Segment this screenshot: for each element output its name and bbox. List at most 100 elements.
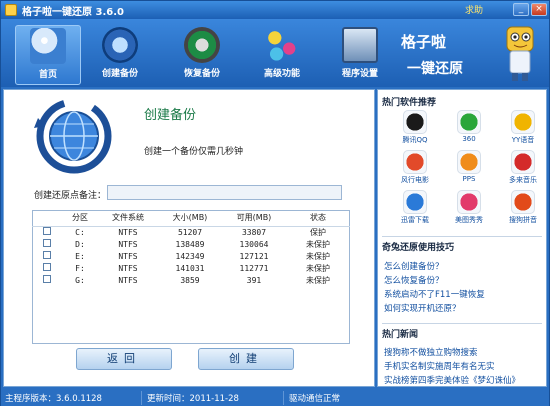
software-label: 360 <box>462 135 476 143</box>
brand-slogan: 一键还原 <box>407 61 463 77</box>
create-backup-icon <box>102 27 138 63</box>
cell-status: 未保护 <box>306 263 330 273</box>
nav-advanced[interactable]: 高级功能 <box>249 25 315 85</box>
cell-status: 未保护 <box>306 251 330 261</box>
tip-link[interactable]: 系统启动不了F11一键恢复 <box>384 288 485 300</box>
software-item[interactable]: 搜狗拼音 <box>498 190 548 224</box>
create-button[interactable]: 创建 <box>198 348 294 370</box>
nav-settings[interactable]: 程序设置 <box>327 25 393 85</box>
cell-size: 3859 <box>180 275 200 285</box>
software-item[interactable]: 迅雷下载 <box>390 190 440 224</box>
checkbox-cell <box>32 274 62 286</box>
nav-create-backup-label: 创建备份 <box>101 69 138 79</box>
software-item[interactable]: 美图秀秀 <box>444 190 494 224</box>
software-label: 风行电影 <box>401 176 429 184</box>
row-checkbox[interactable] <box>43 227 51 236</box>
software-item[interactable]: YY语音 <box>498 110 548 144</box>
nav-restore-backup[interactable]: 恢复备份 <box>169 25 235 85</box>
software-label: 搜狗拼音 <box>509 216 537 224</box>
cell-size: 142349 <box>175 251 205 261</box>
title-bar: 格子啦一键还原 3.6.0 求助 _ × <box>1 1 549 19</box>
table-row[interactable]: F: NTFS 141031 112771 未保护 <box>32 262 350 274</box>
close-button[interactable]: × <box>531 3 547 16</box>
tip-link[interactable]: 怎么恢复备份？ <box>384 274 444 286</box>
news-title: 热门新闻 <box>382 330 419 340</box>
main-toolbar: 首页 创建备份 恢复备份 高级功能 程序设置 格子啦 一键还原 <box>1 19 549 87</box>
version-text: 主程序版本：3.6.0.1128 <box>5 394 102 404</box>
checkbox-cell <box>32 226 62 238</box>
cell-filesystem: NTFS <box>118 251 138 261</box>
tip-link[interactable]: 怎么创建备份？ <box>384 260 444 272</box>
header-partition: 分区 <box>62 210 98 227</box>
backup-globe-icon <box>34 98 112 174</box>
cell-partition: E: <box>75 251 85 261</box>
nav-create-backup[interactable]: 创建备份 <box>87 25 153 85</box>
checkbox-cell <box>32 250 62 262</box>
software-icon <box>457 190 481 214</box>
checkbox-cell <box>32 238 62 250</box>
nav-home[interactable]: 首页 <box>15 25 81 85</box>
divider <box>382 236 542 237</box>
nav-restore-backup-label: 恢复备份 <box>183 69 220 79</box>
brand-name: 格子啦 <box>401 33 447 51</box>
main-panel: 创建备份 创建一个备份仅需几秒钟 创建还原点备注： 分区 文件系统 大小(MB)… <box>3 89 375 387</box>
software-label: 迅雷下载 <box>401 216 429 224</box>
minimize-button[interactable]: _ <box>513 3 529 16</box>
header-check <box>32 210 62 227</box>
software-item[interactable]: PPS <box>444 150 494 184</box>
software-label: PPS <box>462 175 476 183</box>
table-row[interactable]: G: NTFS 3859 391 未保护 <box>32 274 350 286</box>
header-filesystem: 文件系统 <box>98 210 158 227</box>
partition-table: 分区 文件系统 大小(MB) 可用(MB) 状态 C: NTFS 51207 3380… <box>32 210 350 286</box>
driver-status-text: 驱动通信正常 <box>289 394 341 404</box>
software-label: 美图秀秀 <box>455 216 483 224</box>
row-checkbox[interactable] <box>43 275 51 283</box>
software-icon <box>511 110 535 134</box>
brand-banner: 格子啦 一键还原 <box>401 23 541 85</box>
software-item[interactable]: 腾讯QQ <box>390 110 440 144</box>
software-icon <box>457 110 481 134</box>
note-input[interactable] <box>107 185 342 200</box>
software-item[interactable]: 360 <box>444 110 494 144</box>
window-title: 格子啦一键还原 3.6.0 <box>22 6 124 18</box>
tips-title: 奇兔还原使用技巧 <box>382 243 455 253</box>
software-item[interactable]: 多来音乐 <box>498 150 548 184</box>
home-icon <box>30 28 66 64</box>
tip-link[interactable]: 如何实现开机还原？ <box>384 302 461 314</box>
mascot-icon <box>506 26 534 81</box>
cell-status: 未保护 <box>306 275 330 285</box>
update-time-text: 更新时间：2011-11-28 <box>147 394 239 404</box>
table-row[interactable]: C: NTFS 51207 33807 保护 <box>32 226 350 238</box>
cell-free: 127121 <box>239 251 269 261</box>
software-item[interactable]: 风行电影 <box>390 150 440 184</box>
back-button[interactable]: 返回 <box>76 348 172 370</box>
advanced-icon <box>264 27 300 63</box>
hot-software-title: 热门软件推荐 <box>382 98 437 108</box>
cell-status: 未保护 <box>306 239 330 249</box>
row-checkbox[interactable] <box>43 251 51 259</box>
row-checkbox[interactable] <box>43 239 51 247</box>
software-icon <box>511 150 535 174</box>
cell-free: 112771 <box>239 263 269 273</box>
page-title: 创建备份 <box>144 108 197 123</box>
cell-filesystem: NTFS <box>118 275 138 285</box>
software-icon <box>403 190 427 214</box>
header-size: 大小(MB) <box>158 210 222 227</box>
status-bar: 主程序版本：3.6.0.1128 更新时间：2011-11-28 驱动通信正常 <box>1 390 549 406</box>
note-label: 创建还原点备注： <box>34 191 107 201</box>
restore-backup-icon <box>184 27 220 63</box>
software-icon <box>403 110 427 134</box>
nav-advanced-label: 高级功能 <box>263 69 300 79</box>
cell-status: 保护 <box>310 227 326 237</box>
table-row[interactable]: E: NTFS 142349 127121 未保护 <box>32 250 350 262</box>
row-checkbox[interactable] <box>43 263 51 271</box>
help-link[interactable]: 求助 <box>465 3 483 16</box>
table-row[interactable]: D: NTFS 138489 130064 未保护 <box>32 238 350 250</box>
news-link[interactable]: 搜狗称不做独立购物搜索 <box>384 346 478 358</box>
news-link[interactable]: 实战榜第四季完美体验《梦幻诛仙》 <box>384 374 520 386</box>
news-link[interactable]: 手机实名制实施周年有名无实 <box>384 360 495 372</box>
divider <box>283 391 284 405</box>
nav-home-label: 首页 <box>38 70 57 80</box>
software-icon <box>511 190 535 214</box>
side-panel: 热门软件推荐 腾讯QQ 360 YY语音风行电影 PPS 多来音乐迅雷下载 美图秀秀 搜狗拼… <box>377 89 547 387</box>
